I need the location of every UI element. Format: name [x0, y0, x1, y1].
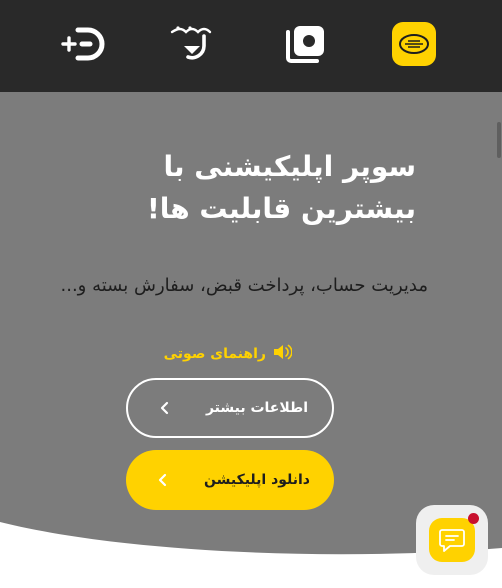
download-app-label: دانلود اپلیکیشن [204, 472, 310, 488]
d-plus-app-icon[interactable] [60, 22, 108, 66]
notification-dot [468, 513, 479, 524]
jibjet-app-icon[interactable] [168, 22, 220, 66]
top-app-bar [0, 0, 502, 92]
support-chat-button[interactable] [416, 505, 488, 575]
scrollbar-thumb[interactable] [497, 122, 501, 158]
irancell-logo-icon[interactable] [392, 22, 436, 66]
chat-icon [429, 513, 479, 562]
camera-app-icon[interactable] [282, 22, 326, 66]
more-info-label: اطلاعات بیشتر [205, 400, 308, 416]
chevron-left-icon [158, 473, 167, 487]
hero-subtitle: مدیریت حساب، پرداخت قبض، سفارش بسته و... [60, 275, 428, 296]
chevron-left-icon [160, 401, 169, 415]
speaker-icon [272, 343, 293, 365]
more-info-button[interactable]: اطلاعات بیشتر [126, 378, 334, 438]
voice-guide-link[interactable]: راهنمای صوتی [150, 342, 293, 366]
voice-guide-label: راهنمای صوتی [163, 346, 266, 362]
hero-headline: سوپر اپلیکیشنی با بیشترین قابلیت ها! [146, 150, 416, 225]
